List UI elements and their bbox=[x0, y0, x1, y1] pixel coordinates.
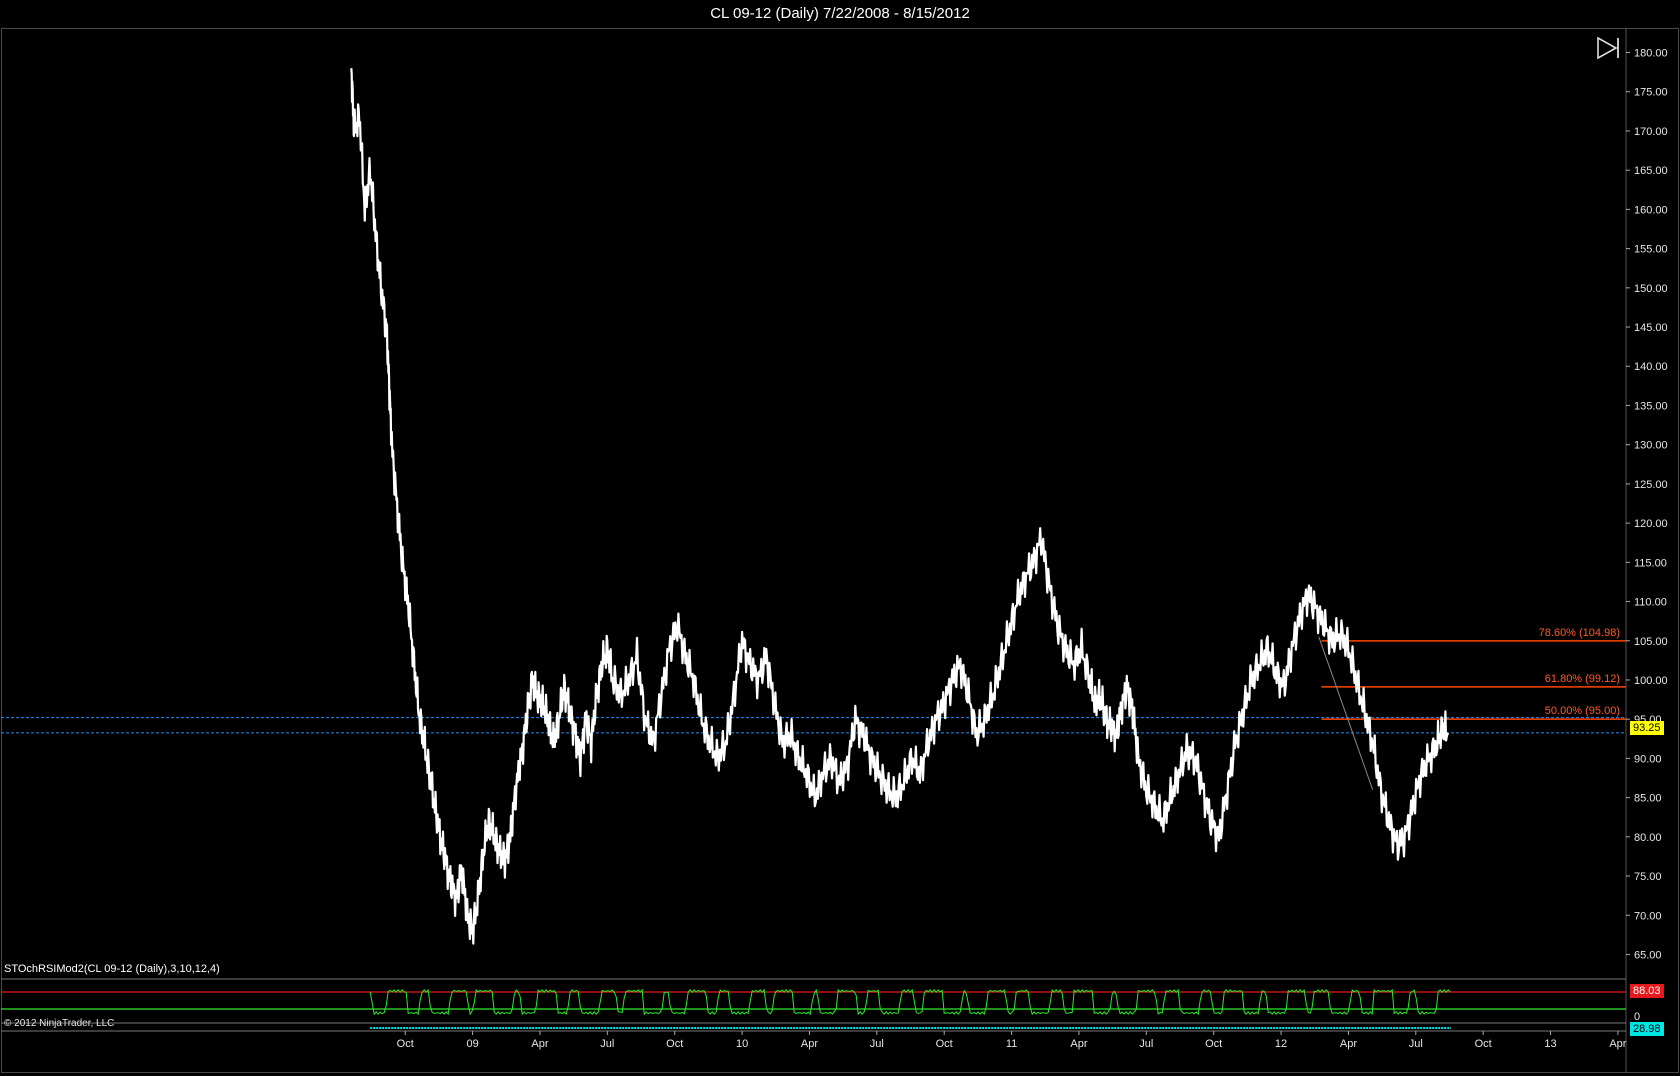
y-tick-label: 115.00 bbox=[1634, 557, 1667, 569]
y-tick-label: 100.00 bbox=[1634, 675, 1668, 687]
y-tick-label: 130.00 bbox=[1634, 440, 1668, 452]
copyright-text: © 2012 NinjaTrader, LLC bbox=[4, 1018, 115, 1029]
volume-value-badge: 28.98 bbox=[1630, 1022, 1664, 1036]
y-tick-label: 65.00 bbox=[1634, 949, 1662, 961]
y-tick-label: 155.00 bbox=[1634, 244, 1668, 256]
price-axis[interactable]: 65.0070.0075.0080.0085.0090.0095.00100.0… bbox=[1626, 48, 1668, 962]
x-tick-label: Apr bbox=[1609, 1038, 1626, 1050]
price-chart[interactable]: 65.0070.0075.0080.0085.0090.0095.00100.0… bbox=[0, 0, 1680, 1076]
x-tick-label: Oct bbox=[1475, 1038, 1492, 1050]
x-tick-label: Apr bbox=[1340, 1038, 1357, 1050]
osc-line bbox=[369, 988, 1451, 1016]
x-tick-label: Apr bbox=[801, 1038, 818, 1050]
x-tick-label: 13 bbox=[1544, 1038, 1556, 1050]
price-series bbox=[350, 68, 1450, 945]
x-tick-label: 11 bbox=[1006, 1038, 1017, 1050]
x-tick-label: 12 bbox=[1275, 1038, 1287, 1050]
y-tick-label: 180.00 bbox=[1634, 48, 1668, 60]
x-tick-label: 10 bbox=[736, 1038, 748, 1050]
fib-level-label: 61.80% (99.12) bbox=[1545, 673, 1620, 685]
y-tick-label: 85.00 bbox=[1634, 793, 1662, 805]
indicator-label: STOchRSIMod2(CL 09-12 (Daily),3,10,12,4) bbox=[4, 963, 220, 975]
last-price-badge: 93.25 bbox=[1630, 721, 1664, 735]
y-tick-label: 75.00 bbox=[1634, 871, 1662, 883]
oscillator-value-badge: 88.03 bbox=[1630, 984, 1664, 998]
y-tick-label: 135.00 bbox=[1634, 400, 1668, 412]
skip-to-end-icon[interactable] bbox=[1594, 35, 1622, 61]
price-line bbox=[350, 68, 1450, 945]
y-tick-label: 125.00 bbox=[1634, 479, 1668, 491]
fib-level-label: 78.60% (104.98) bbox=[1539, 627, 1620, 639]
fib-level-label: 50.00% (95.00) bbox=[1545, 705, 1620, 717]
y-tick-label: 90.00 bbox=[1634, 753, 1662, 765]
y-tick-label: 145.00 bbox=[1634, 322, 1668, 334]
x-tick-label: Oct bbox=[936, 1038, 953, 1050]
x-tick-label: Oct bbox=[397, 1038, 414, 1050]
x-tick-label: Oct bbox=[1205, 1038, 1222, 1050]
x-tick-label: Apr bbox=[531, 1038, 548, 1050]
y-tick-label: 150.00 bbox=[1634, 283, 1668, 295]
y-tick-label: 80.00 bbox=[1634, 832, 1662, 844]
stochrsi-oscillator: 0 bbox=[1, 988, 1640, 1029]
x-tick-label: Oct bbox=[666, 1038, 683, 1050]
x-tick-label: Jul bbox=[1409, 1038, 1423, 1050]
y-tick-label: 70.00 bbox=[1634, 910, 1662, 922]
x-tick-label: Jul bbox=[870, 1038, 884, 1050]
y-tick-label: 160.00 bbox=[1634, 204, 1668, 216]
y-tick-label: 140.00 bbox=[1634, 361, 1668, 373]
time-axis[interactable]: Oct 09 Apr Jul Oct 10 Apr Jul Oct 11 Apr Jul Oct 12 Ap… bbox=[397, 1031, 1627, 1050]
x-tick-label: Jul bbox=[600, 1038, 614, 1050]
y-tick-label: 170.00 bbox=[1634, 126, 1668, 138]
y-tick-label: 175.00 bbox=[1634, 87, 1668, 99]
y-tick-label: 120.00 bbox=[1634, 518, 1668, 530]
x-tick-label: Jul bbox=[1139, 1038, 1153, 1050]
x-tick-label: 09 bbox=[466, 1038, 478, 1050]
x-tick-label: Apr bbox=[1070, 1038, 1087, 1050]
y-tick-label: 105.00 bbox=[1634, 636, 1668, 648]
y-tick-label: 165.00 bbox=[1634, 165, 1668, 177]
y-tick-label: 110.00 bbox=[1634, 597, 1667, 609]
